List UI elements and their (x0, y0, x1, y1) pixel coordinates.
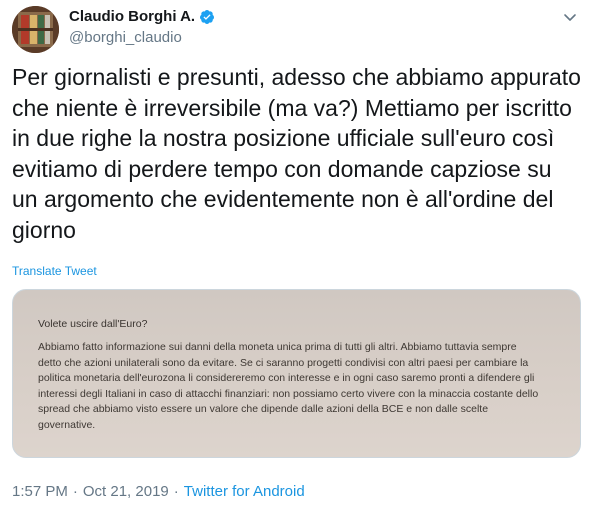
author-avatar[interactable] (12, 6, 59, 53)
tweet-date[interactable]: Oct 21, 2019 (83, 483, 169, 500)
translate-tweet-link[interactable]: Translate Tweet (12, 264, 97, 278)
tweet-source-link[interactable]: Twitter for Android (184, 483, 305, 500)
document-title: Volete uscire dall'Euro? (38, 318, 148, 330)
meta-separator-2: · (173, 483, 179, 500)
author-handle[interactable]: @borghi_claudio (69, 29, 182, 46)
document-body: Abbiamo fatto informazione sui danni del… (38, 341, 539, 431)
chevron-down-icon[interactable] (562, 9, 578, 25)
tweet-media-image[interactable]: Volete uscire dall'Euro? Abbiamo fatto i… (12, 289, 581, 458)
meta-separator: · (72, 483, 78, 500)
author-name[interactable]: Claudio Borghi A. (69, 8, 195, 25)
tweet-text: Per giornalisti e presunti, adesso che a… (12, 64, 581, 243)
verified-badge-icon (199, 9, 215, 25)
author-name-row: Claudio Borghi A. (69, 8, 215, 25)
tweet-time[interactable]: 1:57 PM (12, 483, 68, 500)
tweet-meta: 1:57 PM · Oct 21, 2019 · Twitter for And… (12, 483, 305, 500)
